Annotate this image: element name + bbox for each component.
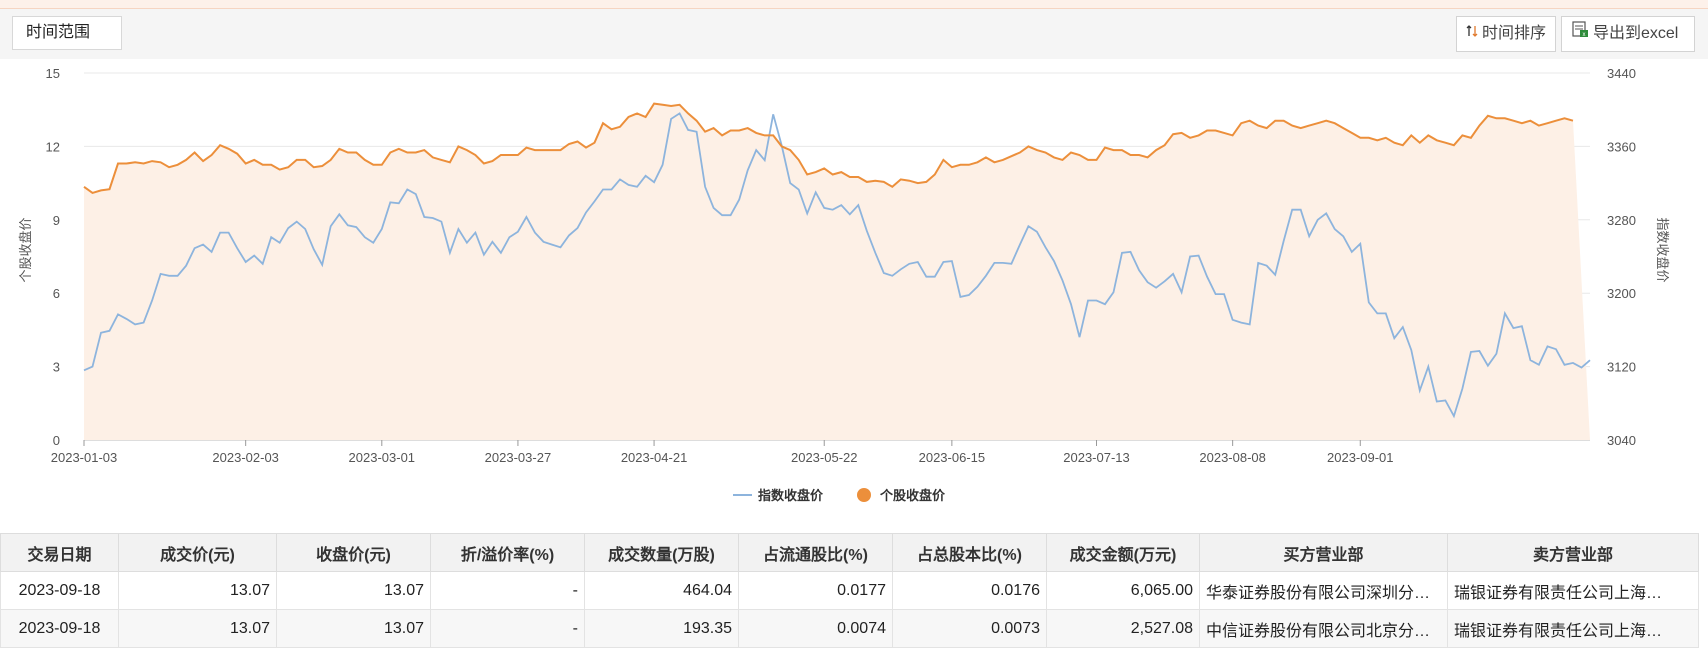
table-cell: 0.0177 xyxy=(738,571,893,610)
table-cell: 瑞银证券有限责任公司上海… xyxy=(1447,609,1699,648)
column-header[interactable]: 占总股本比(%) xyxy=(892,533,1047,572)
table-row[interactable]: 2023-09-18 13.07 13.07-464.04 0.0177 0.0176 6… xyxy=(0,571,1699,610)
table-cell: 13.07 xyxy=(118,609,277,648)
legend-stock-swatch xyxy=(857,488,871,502)
excel-export-icon: x xyxy=(1571,17,1589,51)
sort-arrows-icon xyxy=(1466,17,1478,51)
x-tick-label: 2023-02-03 xyxy=(212,450,279,465)
top-accent-bar xyxy=(0,0,1708,9)
legend-index-label: 指数收盘价 xyxy=(758,488,824,503)
x-tick-label: 2023-04-21 xyxy=(621,450,688,465)
y-left-tick-label: 0 xyxy=(53,433,60,448)
table-cell: 0.0074 xyxy=(738,609,893,648)
legend-stock-label: 个股收盘价 xyxy=(879,488,946,503)
price-chart: 0 3 6 9 12 15 3040 3120 3200 3280 3360 3440 2023-01-… xyxy=(18,66,1670,503)
column-header[interactable]: 折/溢价率(%) xyxy=(430,533,585,572)
table-cell: 6,065.00 xyxy=(1046,571,1200,610)
y-right-tick-label: 3040 xyxy=(1607,433,1636,448)
svg-text:x: x xyxy=(1583,32,1586,38)
time-sort-button[interactable]: 时间排序 xyxy=(1456,16,1556,52)
time-sort-label: 时间排序 xyxy=(1482,25,1547,42)
y-left-tick-label: 15 xyxy=(46,66,60,81)
y-right-tick-label: 3200 xyxy=(1607,286,1636,301)
export-excel-label: 导出到excel xyxy=(1593,25,1679,42)
table-cell: 13.07 xyxy=(276,609,431,648)
column-header[interactable]: 占流通股比(%) xyxy=(738,533,893,572)
block-trade-table: 交易日期 成交价(元) 收盘价(元) 折/溢价率(%) 成交数量(万股) 占流通股比(%)… xyxy=(0,533,1699,648)
x-tick-label: 2023-09-01 xyxy=(1327,450,1394,465)
y-right-axis-title: 指数收盘价 xyxy=(1655,217,1670,282)
table-cell: 0.0176 xyxy=(892,571,1047,610)
table-cell: 瑞银证券有限责任公司上海… xyxy=(1447,571,1699,610)
y-right-tick-label: 3120 xyxy=(1607,360,1636,375)
x-tick-label: 2023-01-03 xyxy=(51,450,118,465)
table-cell: 13.07 xyxy=(118,571,277,610)
y-right-tick-label: 3280 xyxy=(1607,213,1636,228)
x-tick-label: 2023-06-15 xyxy=(919,450,986,465)
y-left-tick-label: 12 xyxy=(46,139,60,154)
chart-toolbar xyxy=(0,9,1708,59)
table-cell: 2023-09-18 xyxy=(0,609,119,648)
column-header[interactable]: 卖方营业部 xyxy=(1447,533,1699,572)
table-row[interactable]: 2023-09-18 13.07 13.07-193.35 0.0074 0.0073 2… xyxy=(0,609,1699,648)
column-header[interactable]: 成交金额(万元) xyxy=(1046,533,1200,572)
y-right-tick-label: 3440 xyxy=(1607,66,1636,81)
table-cell: - xyxy=(430,571,585,610)
x-tick-label: 2023-07-13 xyxy=(1063,450,1130,465)
y-right-tick-label: 3360 xyxy=(1607,139,1636,154)
table-cell: 13.07 xyxy=(276,571,431,610)
time-range-selector[interactable]: 时间范围 xyxy=(12,16,122,50)
column-header[interactable]: 成交价(元) xyxy=(118,533,277,572)
table-cell: - xyxy=(430,609,585,648)
table-cell: 464.04 xyxy=(584,571,739,610)
y-left-tick-label: 6 xyxy=(53,286,60,301)
y-left-axis-title: 个股收盘价 xyxy=(18,217,33,282)
column-header[interactable]: 买方营业部 xyxy=(1199,533,1448,572)
chart-legend: 指数收盘价 个股收盘价 xyxy=(733,488,946,503)
x-tick-label: 2023-05-22 xyxy=(791,450,858,465)
export-excel-button[interactable]: x 导出到excel xyxy=(1561,16,1695,52)
table-cell: 0.0073 xyxy=(892,609,1047,648)
x-tick-label: 2023-03-27 xyxy=(485,450,552,465)
table-cell: 193.35 xyxy=(584,609,739,648)
table-cell: 华泰证券股份有限公司深圳分… xyxy=(1199,571,1448,610)
table-cell: 2023-09-18 xyxy=(0,571,119,610)
column-header[interactable]: 成交数量(万股) xyxy=(584,533,739,572)
y-left-tick-label: 9 xyxy=(53,213,60,228)
y-left-tick-label: 3 xyxy=(53,360,60,375)
table-cell: 中信证券股份有限公司北京分… xyxy=(1199,609,1448,648)
column-header[interactable]: 交易日期 xyxy=(0,533,119,572)
table-cell: 2,527.08 xyxy=(1046,609,1200,648)
column-header[interactable]: 收盘价(元) xyxy=(276,533,431,572)
x-tick-label: 2023-08-08 xyxy=(1199,450,1266,465)
table-header-row: 交易日期 成交价(元) 收盘价(元) 折/溢价率(%) 成交数量(万股) 占流通股比(%)… xyxy=(0,533,1699,572)
x-tick-label: 2023-03-01 xyxy=(349,450,416,465)
